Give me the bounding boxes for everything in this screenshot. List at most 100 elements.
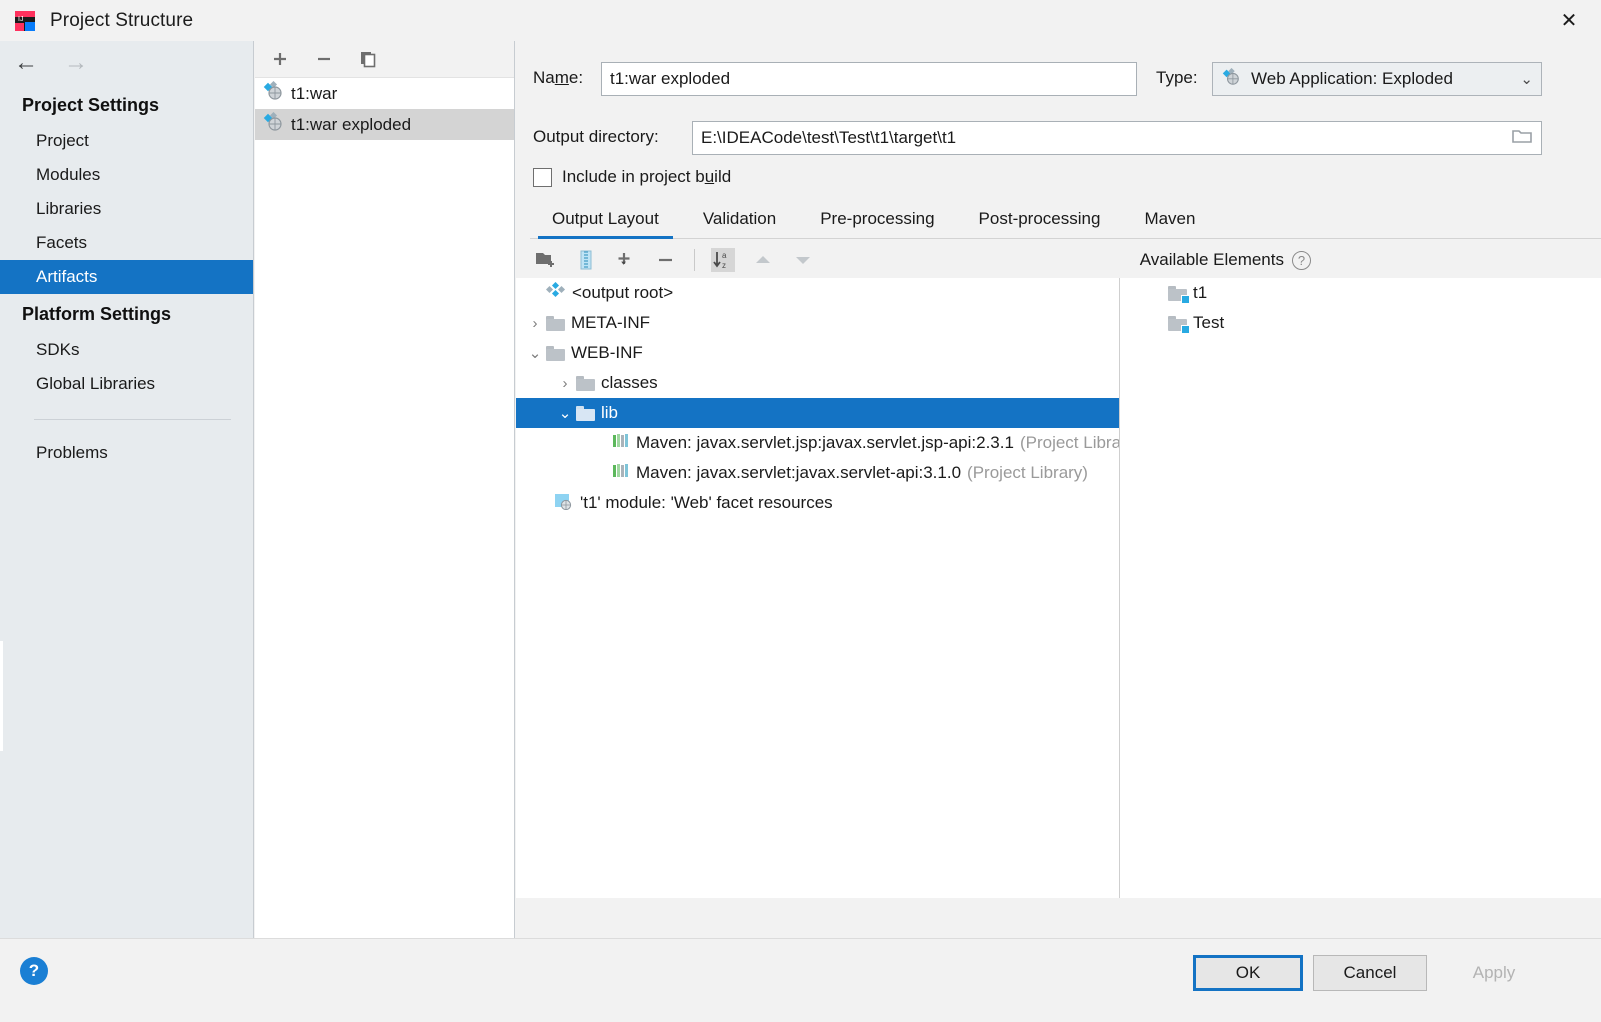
- apply-button[interactable]: Apply: [1437, 955, 1551, 991]
- tree-row[interactable]: Maven: javax.servlet:javax.servlet-api:3…: [516, 458, 1119, 488]
- artifact-detail-panel: Name: t1:war exploded Type: Web Applicat…: [516, 41, 1601, 938]
- tree-row-label: 't1' module: 'Web' facet resources: [580, 493, 833, 512]
- output-layout-panes: <output root> › META-INF ⌄ WEB-INF › cla…: [516, 278, 1601, 898]
- tree-row[interactable]: ⌄ WEB-INF: [516, 338, 1119, 368]
- name-label: Name:: [533, 68, 584, 87]
- folder-icon: [576, 375, 595, 391]
- folder-icon: [546, 315, 565, 331]
- list-item[interactable]: t1:war exploded: [255, 109, 514, 140]
- tab-output-layout[interactable]: Output Layout: [530, 203, 681, 239]
- list-item[interactable]: t1:war: [255, 78, 514, 109]
- output-root-icon: [545, 281, 566, 305]
- chevron-right-icon[interactable]: ›: [554, 375, 576, 392]
- remove-element-button[interactable]: [654, 248, 678, 272]
- folder-icon: [546, 345, 565, 361]
- tree-row-label: WEB-INF: [571, 343, 643, 362]
- tree-row-label: <output root>: [572, 283, 674, 302]
- tab-post-processing[interactable]: Post-processing: [957, 203, 1123, 238]
- output-layout-toolbar: a z Available Elements ?: [516, 241, 1601, 279]
- sidebar-item-libraries[interactable]: Libraries: [0, 192, 253, 226]
- folder-icon: [576, 405, 595, 421]
- help-icon[interactable]: ?: [1292, 250, 1311, 270]
- tree-row[interactable]: 't1' module: 'Web' facet resources: [516, 488, 1119, 518]
- create-directory-button[interactable]: [534, 248, 558, 272]
- folder-browse-icon[interactable]: [1511, 127, 1533, 150]
- tree-row[interactable]: Test: [1120, 308, 1601, 338]
- sidebar-divider: [34, 419, 231, 420]
- name-input-value: t1:war exploded: [610, 69, 731, 88]
- sort-az-button[interactable]: a z: [711, 248, 735, 272]
- svg-text:a: a: [722, 251, 727, 260]
- chevron-down-icon[interactable]: ⌄: [554, 404, 576, 422]
- tree-row[interactable]: <output root>: [516, 278, 1119, 308]
- tab-maven[interactable]: Maven: [1122, 203, 1217, 238]
- type-dropdown[interactable]: Web Application: Exploded ⌄: [1212, 62, 1542, 96]
- window-title: Project Structure: [50, 9, 194, 31]
- group-heading-platform-settings: Platform Settings: [22, 304, 172, 324]
- sidebar-item-global-libraries[interactable]: Global Libraries: [0, 367, 253, 401]
- title-bar: IJ Project Structure ✕: [0, 0, 1601, 41]
- group-heading-project-settings: Project Settings: [22, 95, 160, 115]
- sidebar-item-project[interactable]: Project: [0, 124, 253, 158]
- artifacts-list-panel: t1:war t1:war exploded: [255, 41, 515, 938]
- list-item-label: t1:war: [291, 83, 338, 103]
- facet-resources-icon: [554, 492, 574, 515]
- available-elements-tree[interactable]: t1 Test: [1120, 278, 1601, 898]
- svg-text:z: z: [722, 261, 726, 270]
- output-layout-tree[interactable]: <output root> › META-INF ⌄ WEB-INF › cla…: [516, 278, 1119, 898]
- tree-row-suffix: (Project Library): [1019, 433, 1119, 452]
- create-archive-button[interactable]: [574, 248, 598, 272]
- library-icon: [612, 433, 630, 454]
- chevron-down-icon[interactable]: ⌄: [1520, 70, 1533, 88]
- tree-row-label: classes: [601, 373, 658, 392]
- list-item-label: t1:war exploded: [291, 114, 412, 134]
- back-arrow-icon[interactable]: ←: [14, 51, 38, 75]
- available-elements-header: Available Elements ?: [1140, 250, 1601, 270]
- output-directory-label: Output directory:: [533, 127, 659, 146]
- tree-row[interactable]: › META-INF: [516, 308, 1119, 338]
- sidebar-item-problems[interactable]: Problems: [0, 436, 253, 470]
- tree-row-label: lib: [601, 403, 619, 422]
- available-elements-label: Available Elements: [1139, 250, 1284, 269]
- remove-artifact-button[interactable]: [313, 48, 335, 70]
- copy-artifact-button[interactable]: [357, 48, 379, 70]
- output-directory-input[interactable]: E:\IDEACode\test\Test\t1\target\t1: [692, 121, 1542, 155]
- toolbar-divider: [694, 249, 695, 271]
- sidebar-item-modules[interactable]: Modules: [0, 158, 253, 192]
- tree-row[interactable]: Maven: javax.servlet.jsp:javax.servlet.j…: [516, 428, 1119, 458]
- add-element-button[interactable]: [614, 248, 638, 272]
- name-input[interactable]: t1:war exploded: [601, 62, 1137, 96]
- sidebar-item-facets[interactable]: Facets: [0, 226, 253, 260]
- close-icon[interactable]: ✕: [1537, 0, 1601, 41]
- move-up-button[interactable]: [751, 248, 775, 272]
- web-app-exploded-icon: [1221, 67, 1243, 91]
- include-in-project-build-checkbox[interactable]: [533, 167, 552, 187]
- tree-row-label: Test: [1193, 313, 1225, 332]
- include-in-project-build-row[interactable]: Include in project build: [533, 167, 731, 187]
- tree-row-label: META-INF: [571, 313, 651, 332]
- type-label: Type:: [1156, 68, 1198, 87]
- help-button[interactable]: ?: [20, 957, 48, 985]
- tree-row-label: t1: [1193, 283, 1208, 302]
- type-dropdown-value: Web Application: Exploded: [1251, 69, 1453, 88]
- intellij-idea-icon: IJ: [14, 10, 36, 32]
- sidebar-item-artifacts[interactable]: Artifacts: [0, 260, 253, 294]
- module-folder-icon: [1168, 315, 1190, 334]
- sidebar-edge-strip: [0, 641, 3, 751]
- tree-row[interactable]: t1: [1120, 278, 1601, 308]
- forward-arrow-icon[interactable]: →: [64, 51, 88, 75]
- chevron-down-icon[interactable]: ⌄: [524, 344, 546, 362]
- include-in-project-build-label: Include in project build: [562, 167, 732, 186]
- cancel-button[interactable]: Cancel: [1313, 955, 1427, 991]
- tab-pre-processing[interactable]: Pre-processing: [798, 203, 956, 238]
- tree-row[interactable]: › classes: [516, 368, 1119, 398]
- ok-button[interactable]: OK: [1193, 955, 1303, 991]
- move-down-button[interactable]: [791, 248, 815, 272]
- tree-row-label: Maven: javax.servlet:javax.servlet-api:3…: [636, 463, 962, 482]
- tree-row[interactable]: ⌄ lib: [516, 398, 1119, 428]
- add-artifact-button[interactable]: [269, 48, 291, 70]
- project-structure-dialog: IJ Project Structure ✕ ← → Project Setti…: [0, 0, 1601, 1022]
- tab-validation[interactable]: Validation: [681, 203, 798, 238]
- chevron-right-icon[interactable]: ›: [524, 315, 546, 332]
- sidebar-item-sdks[interactable]: SDKs: [0, 333, 253, 367]
